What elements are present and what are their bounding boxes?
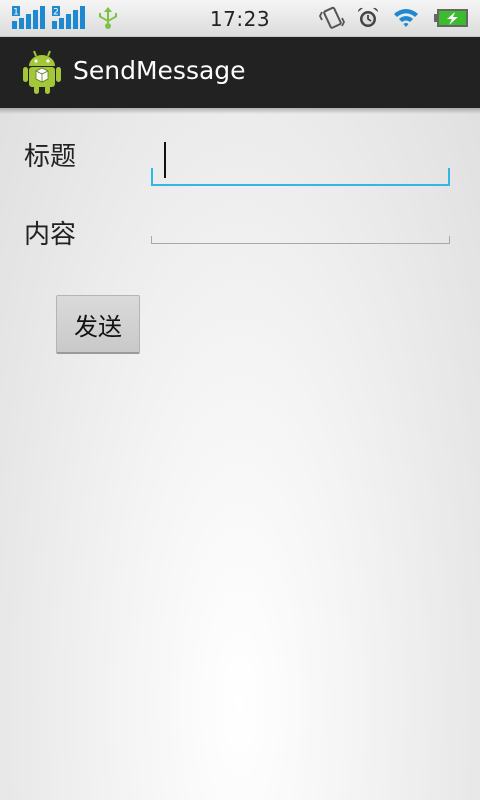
battery-charging-icon <box>434 9 468 27</box>
status-bar: 1 2 17:23 <box>0 0 480 37</box>
wifi-icon <box>394 9 418 27</box>
action-bar: SendMessage <box>0 37 480 108</box>
title-input[interactable] <box>151 168 450 186</box>
action-bar-shadow <box>0 108 480 114</box>
app-title: SendMessage <box>73 56 246 85</box>
text-cursor <box>164 142 166 178</box>
android-robot-icon <box>23 50 61 94</box>
alarm-icon <box>357 7 379 27</box>
content-label: 内容 <box>24 220 77 250</box>
content-input[interactable] <box>151 236 450 244</box>
vibrate-icon <box>319 6 345 29</box>
title-label: 标题 <box>24 142 77 172</box>
send-button[interactable]: 发送 <box>56 295 140 354</box>
